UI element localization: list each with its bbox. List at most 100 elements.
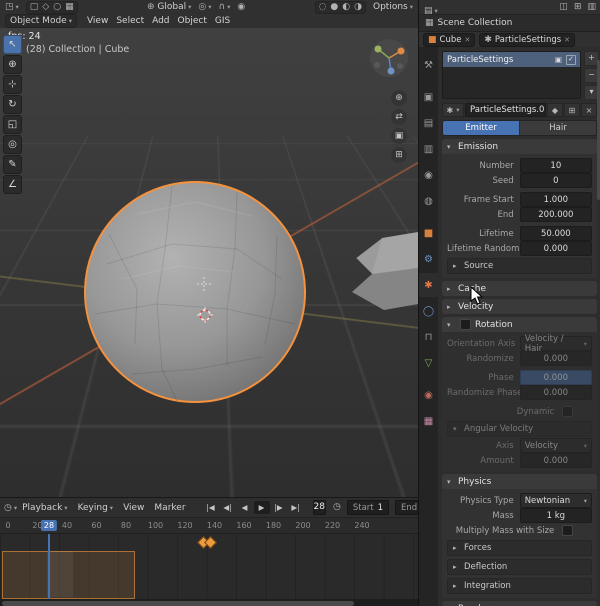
menu-object[interactable]: Object	[175, 16, 210, 26]
outliner-row[interactable]: ▦ Scene Collection	[419, 15, 600, 32]
gizmo-x-axis[interactable]	[397, 47, 405, 55]
tab-render[interactable]: ▣	[419, 85, 438, 109]
browse-datablock-button[interactable]: ✱ ▾	[442, 103, 464, 117]
emitter-toggle-button[interactable]: Emitter	[443, 121, 519, 135]
dynamic-checkbox[interactable]	[562, 406, 574, 417]
jump-start-button[interactable]: |◀	[203, 501, 219, 514]
camera-view-icon[interactable]: ▣	[391, 128, 407, 144]
new-copy-button[interactable]: ⊞	[564, 103, 580, 117]
randomize-field[interactable]: 0.000	[519, 351, 592, 366]
mode-icon-2[interactable]: ◇	[42, 2, 49, 12]
snap-dropdown[interactable]: ∩ ▾	[218, 2, 230, 12]
gizmo-z-axis[interactable]	[387, 67, 395, 75]
subpanel-header-forces[interactable]: ▸ Forces	[447, 540, 592, 556]
tweak-select-tool[interactable]: ↖	[3, 35, 22, 54]
lifetime-randomn-field[interactable]: 0.000	[519, 241, 592, 256]
subpanel-header-deflection[interactable]: ▸ Deflection	[447, 559, 592, 575]
end-field[interactable]: 200.000	[519, 207, 592, 222]
panel-header-render[interactable]: ▾Render	[442, 601, 597, 606]
move-tool[interactable]: ⊹	[3, 75, 22, 94]
tab-view-layer[interactable]: ▥	[419, 137, 438, 161]
timeline-menu-marker[interactable]: Marker	[149, 503, 190, 513]
datablock-name-field[interactable]: ParticleSettings.004	[465, 103, 546, 117]
frame-start-field[interactable]: 1.000	[519, 192, 592, 207]
shading-solid-icon[interactable]: ●	[330, 2, 338, 12]
seed-field[interactable]: 0	[519, 173, 592, 188]
next-keyframe-button[interactable]: |▶	[271, 501, 287, 514]
mode-icon-4[interactable]: ▦	[65, 2, 74, 12]
panel-header-cache[interactable]: ▸Cache	[442, 281, 597, 296]
perspective-toggle-icon[interactable]: ⊞	[391, 147, 407, 163]
menu-view[interactable]: View	[84, 16, 111, 26]
fake-user-button[interactable]: ◆	[547, 103, 563, 117]
shading-wireframe-icon[interactable]: ◌	[319, 2, 327, 12]
tab-physics[interactable]: ◯	[419, 299, 438, 323]
editor-type-button[interactable]: ◳ ▾	[5, 2, 19, 12]
mode-icon-3[interactable]: ○	[53, 2, 61, 12]
navigation-gizmo[interactable]	[369, 38, 409, 78]
frame-start-field[interactable]: Start 1	[346, 500, 390, 515]
subpanel-header-source[interactable]: ▸ Source	[447, 258, 592, 274]
timeline-menu-keying[interactable]: Keying ▾	[73, 503, 119, 513]
timeline-menu-playback[interactable]: Playback ▾	[17, 503, 72, 513]
particle-system-slot[interactable]: ParticleSettings ▣ ✓	[443, 52, 580, 67]
editor-menu-icon[interactable]: ▥	[587, 2, 596, 12]
annotate-tool[interactable]: ✎	[3, 155, 22, 174]
panel-header-rotation[interactable]: ▾ Rotation	[442, 317, 597, 332]
timeline-menu-view[interactable]: View	[118, 503, 149, 513]
tab-tool[interactable]: ⚒	[419, 53, 438, 77]
phase-field[interactable]: 0.000	[519, 370, 592, 385]
breadcrumb-data-pill[interactable]: ✱ ParticleSettings ✕	[479, 33, 576, 47]
tab-object-data[interactable]: ▽	[419, 351, 438, 375]
lifetime-field[interactable]: 50.000	[519, 226, 592, 241]
tab-texture[interactable]: ▦	[419, 409, 438, 433]
show-viewport-checkbox[interactable]: ✓	[566, 54, 576, 65]
tab-object[interactable]: ■	[419, 221, 438, 245]
axis-dropdown[interactable]: Velocity ▾	[519, 438, 592, 453]
mode-icon-1[interactable]: ▢	[30, 2, 39, 12]
mode-dropdown[interactable]: Object Mode ▾	[5, 14, 77, 28]
breadcrumb-object-pill[interactable]: ■ Cube ✕	[423, 33, 476, 47]
unlink-button[interactable]: ×	[581, 103, 597, 117]
play-button[interactable]: ▶	[253, 501, 270, 514]
current-frame-field[interactable]: 28	[312, 500, 326, 515]
subpanel-header-integration[interactable]: ▸ Integration	[447, 578, 592, 594]
prev-keyframe-button[interactable]: ◀|	[220, 501, 236, 514]
3d-viewport[interactable]: fps: 24 (28) Collection | Cube ↖ ⊕ ⊹ ↻ ◱ ◎ ✎ ∠ …	[0, 28, 418, 497]
timeline-track-area[interactable]	[0, 534, 418, 599]
transform-tool[interactable]: ◎	[3, 135, 22, 154]
play-reverse-button[interactable]: ◀	[237, 501, 253, 514]
gizmo-y-axis[interactable]	[374, 45, 382, 53]
close-icon[interactable]: ✕	[464, 36, 470, 44]
timeline-ruler[interactable]: 28 0 20 40 60 80 100 120 140 160 180 200 220 240	[0, 518, 418, 534]
menu-gis[interactable]: GIS	[212, 16, 233, 26]
hair-toggle-button[interactable]: Hair	[519, 121, 596, 135]
render-camera-icon[interactable]: ▣	[555, 56, 562, 64]
randomize-phase-field[interactable]: 0.000	[519, 385, 592, 400]
tab-scene[interactable]: ◉	[419, 163, 438, 187]
tab-material[interactable]: ◉	[419, 383, 438, 407]
mass-field[interactable]: 1 kg	[519, 508, 592, 523]
transform-orientation-dropdown[interactable]: ⊕ Global ▾	[147, 2, 191, 12]
menu-select[interactable]: Select	[113, 16, 147, 26]
orientation-axis-dropdown[interactable]: Velocity / Hair ▾	[519, 334, 592, 354]
subpanel-header-angular-velocity[interactable]: ▾ Angular Velocity	[447, 421, 592, 437]
close-icon[interactable]: ✕	[564, 36, 570, 44]
particle-system-list[interactable]: ParticleSettings ▣ ✓	[442, 51, 581, 99]
current-frame-indicator[interactable]: 28	[40, 520, 58, 531]
multiply-mass-with-size-checkbox[interactable]	[562, 525, 574, 536]
tab-world[interactable]: ◍	[419, 189, 438, 213]
scale-tool[interactable]: ◱	[3, 115, 22, 134]
sphere-object[interactable]	[77, 174, 313, 410]
amount-field[interactable]: 0.000	[519, 453, 592, 468]
panel-header-velocity[interactable]: ▸ Velocity	[442, 299, 597, 314]
jump-end-button[interactable]: ▶|	[288, 501, 304, 514]
playhead-line[interactable]	[48, 534, 50, 599]
tab-modifiers[interactable]: ⚙	[419, 247, 438, 271]
proportional-editing-icon[interactable]: ◉	[237, 2, 245, 12]
timeline-editor-type-button[interactable]: ◷ ▾	[4, 503, 17, 513]
pan-hand-icon[interactable]: ⇄	[391, 109, 407, 125]
pivot-point-dropdown[interactable]: ◎ ▾	[198, 2, 211, 12]
tab-particles[interactable]: ✱	[419, 273, 438, 297]
menu-add[interactable]: Add	[149, 16, 172, 26]
